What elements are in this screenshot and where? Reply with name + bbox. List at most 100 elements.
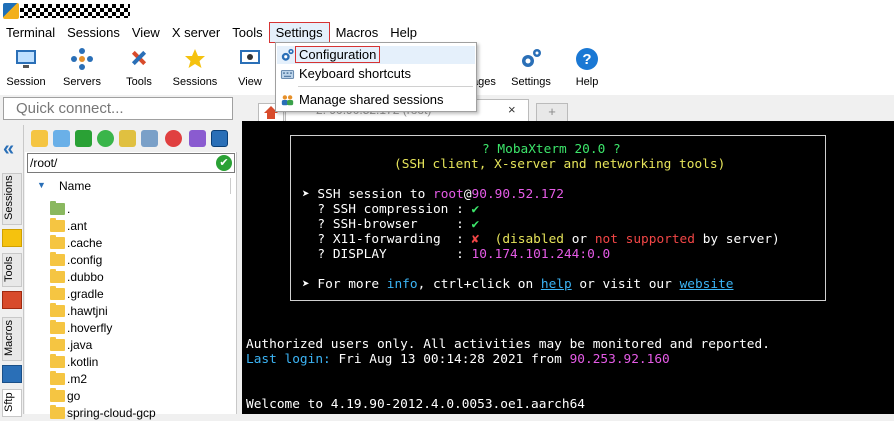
info-mid2: or visit our bbox=[571, 277, 680, 292]
side-tab-macros[interactable]: Macros bbox=[2, 317, 22, 361]
new-folder-icon[interactable] bbox=[119, 130, 136, 147]
list-item[interactable]: .java bbox=[25, 336, 237, 353]
file-name: .kotlin bbox=[67, 354, 99, 369]
session-button-label: Session bbox=[6, 76, 46, 88]
side-tab-sessions[interactable]: Sessions bbox=[2, 173, 22, 225]
x11-or: or bbox=[563, 232, 595, 247]
collapse-sidebar-icon[interactable]: « bbox=[3, 139, 14, 159]
configuration-label: Configuration bbox=[295, 46, 381, 63]
list-item[interactable]: go bbox=[25, 387, 237, 404]
x11-tail: by server) bbox=[694, 232, 780, 247]
file-name: .config bbox=[67, 252, 103, 267]
refresh-icon[interactable] bbox=[97, 130, 114, 147]
tools-button[interactable]: Tools bbox=[116, 43, 162, 95]
check-icon: ✔ bbox=[471, 202, 480, 217]
file-name: spring-cloud-gcp bbox=[67, 405, 156, 420]
terminal-area[interactable]: ? MobaXterm 20.0 ? (SSH client, X-server… bbox=[242, 121, 894, 414]
folder-icon bbox=[50, 285, 65, 300]
ssh-at: @ bbox=[463, 187, 472, 202]
star-icon[interactable] bbox=[2, 229, 22, 247]
close-tab-icon[interactable]: × bbox=[508, 102, 516, 117]
welcome-line: Welcome to 4.19.90-2012.4.0.0053.oe1.aar… bbox=[246, 397, 585, 412]
menu-settings[interactable]: Settings bbox=[268, 22, 330, 43]
servers-button[interactable]: Servers bbox=[58, 43, 106, 95]
settings-button[interactable]: Settings bbox=[508, 43, 554, 95]
keyboard-shortcuts-label: Keyboard shortcuts bbox=[299, 66, 412, 81]
list-item[interactable]: .m2 bbox=[25, 370, 237, 387]
list-item[interactable]: .kotlin bbox=[25, 353, 237, 370]
list-item[interactable]: .ant bbox=[25, 217, 237, 234]
check-icon[interactable]: ✔ bbox=[216, 155, 232, 171]
macros-icon[interactable] bbox=[2, 365, 22, 383]
display-label: ? DISPLAY : bbox=[302, 247, 472, 262]
menu-tools[interactable]: Tools bbox=[226, 22, 268, 43]
upload-icon[interactable] bbox=[75, 130, 92, 147]
delete-icon[interactable] bbox=[165, 130, 182, 147]
help-button-label: Help bbox=[575, 76, 599, 88]
star-icon bbox=[185, 49, 205, 68]
display-line: ? DISPLAY : 10.174.101.244:0.0 bbox=[302, 247, 610, 262]
sort-down-icon[interactable]: ▼ bbox=[37, 180, 46, 190]
list-item[interactable]: .hawtjni bbox=[25, 302, 237, 319]
sessions-button[interactable]: Sessions bbox=[170, 43, 220, 95]
rename-icon[interactable] bbox=[189, 130, 206, 147]
menu-macros[interactable]: Macros bbox=[330, 22, 385, 43]
new-tab-button[interactable]: + bbox=[536, 103, 568, 121]
sftp-path-input[interactable]: /root/ ✔ bbox=[27, 153, 235, 173]
gear-icon bbox=[281, 48, 294, 61]
menu-view[interactable]: View bbox=[126, 22, 166, 43]
menu-item-configuration[interactable]: Configuration bbox=[277, 46, 475, 64]
website-link[interactable]: website bbox=[680, 277, 734, 292]
menu-item-manage-shared-sessions[interactable]: Manage shared sessions bbox=[277, 91, 475, 109]
help-button[interactable]: ? Help bbox=[566, 43, 608, 95]
list-item[interactable]: .hoverfly bbox=[25, 319, 237, 336]
menu-sessions[interactable]: Sessions bbox=[61, 22, 126, 43]
ssh-compression-line: ? SSH compression : ✔ bbox=[302, 202, 479, 217]
last-login-line: Last login: Fri Aug 13 00:14:28 2021 fro… bbox=[246, 352, 670, 367]
menu-terminal[interactable]: Terminal bbox=[0, 22, 61, 43]
list-item[interactable]: .config bbox=[25, 251, 237, 268]
download-icon[interactable] bbox=[53, 130, 70, 147]
session-button[interactable]: Session bbox=[2, 43, 50, 95]
users-icon bbox=[281, 95, 294, 106]
list-item[interactable]: .cache bbox=[25, 234, 237, 251]
side-tab-bar: « Sessions Tools Macros Sftp bbox=[0, 125, 24, 417]
check-icon: ✔ bbox=[471, 217, 480, 232]
file-name: .cache bbox=[67, 235, 103, 250]
menu-bar: Terminal Sessions View X server Tools Se… bbox=[0, 22, 894, 43]
last-login-from: from bbox=[523, 352, 570, 367]
new-file-icon[interactable] bbox=[141, 130, 158, 147]
menu-x-server[interactable]: X server bbox=[166, 22, 226, 43]
side-tab-tools[interactable]: Tools bbox=[2, 253, 22, 287]
column-divider[interactable] bbox=[230, 178, 231, 194]
view-button[interactable]: View bbox=[232, 43, 268, 95]
x11-forwarding-line: ? X11-forwarding : ✘ (disabled or not su… bbox=[302, 232, 780, 247]
folder-icon bbox=[50, 217, 65, 232]
quick-connect-input[interactable]: Quick connect... bbox=[3, 97, 233, 120]
column-name-header[interactable]: Name bbox=[59, 179, 91, 193]
list-item[interactable]: .dubbo bbox=[25, 268, 237, 285]
tools-icon[interactable] bbox=[2, 291, 22, 309]
title-bar bbox=[0, 0, 894, 22]
list-item[interactable]: spring-cloud-gcp bbox=[25, 404, 237, 421]
menu-help[interactable]: Help bbox=[384, 22, 423, 43]
folder-icon bbox=[50, 353, 65, 368]
follow-terminal-icon[interactable] bbox=[211, 130, 228, 147]
sftp-toolbar bbox=[25, 125, 237, 152]
info-prefix: ➤ For more bbox=[302, 277, 387, 292]
keyboard-icon bbox=[280, 70, 295, 79]
info-link[interactable]: info bbox=[387, 277, 418, 292]
help-link[interactable]: help bbox=[541, 277, 572, 292]
parent-folder-icon bbox=[50, 200, 65, 215]
side-tab-sftp[interactable]: Sftp bbox=[2, 389, 22, 417]
folder-icon bbox=[50, 370, 65, 385]
menu-item-keyboard-shortcuts[interactable]: Keyboard shortcuts bbox=[277, 65, 475, 83]
sftp-panel: /root/ ✔ ▼ Name . .ant .cache .config .d… bbox=[25, 125, 237, 420]
file-name: .ant bbox=[67, 218, 88, 233]
compression-label: ? SSH compression : bbox=[302, 202, 472, 217]
list-item[interactable]: . bbox=[25, 200, 237, 217]
file-list: . .ant .cache .config .dubbo .gradle .ha… bbox=[25, 200, 237, 421]
tools-icon bbox=[131, 50, 147, 66]
open-folder-icon[interactable] bbox=[31, 130, 48, 147]
list-item[interactable]: .gradle bbox=[25, 285, 237, 302]
